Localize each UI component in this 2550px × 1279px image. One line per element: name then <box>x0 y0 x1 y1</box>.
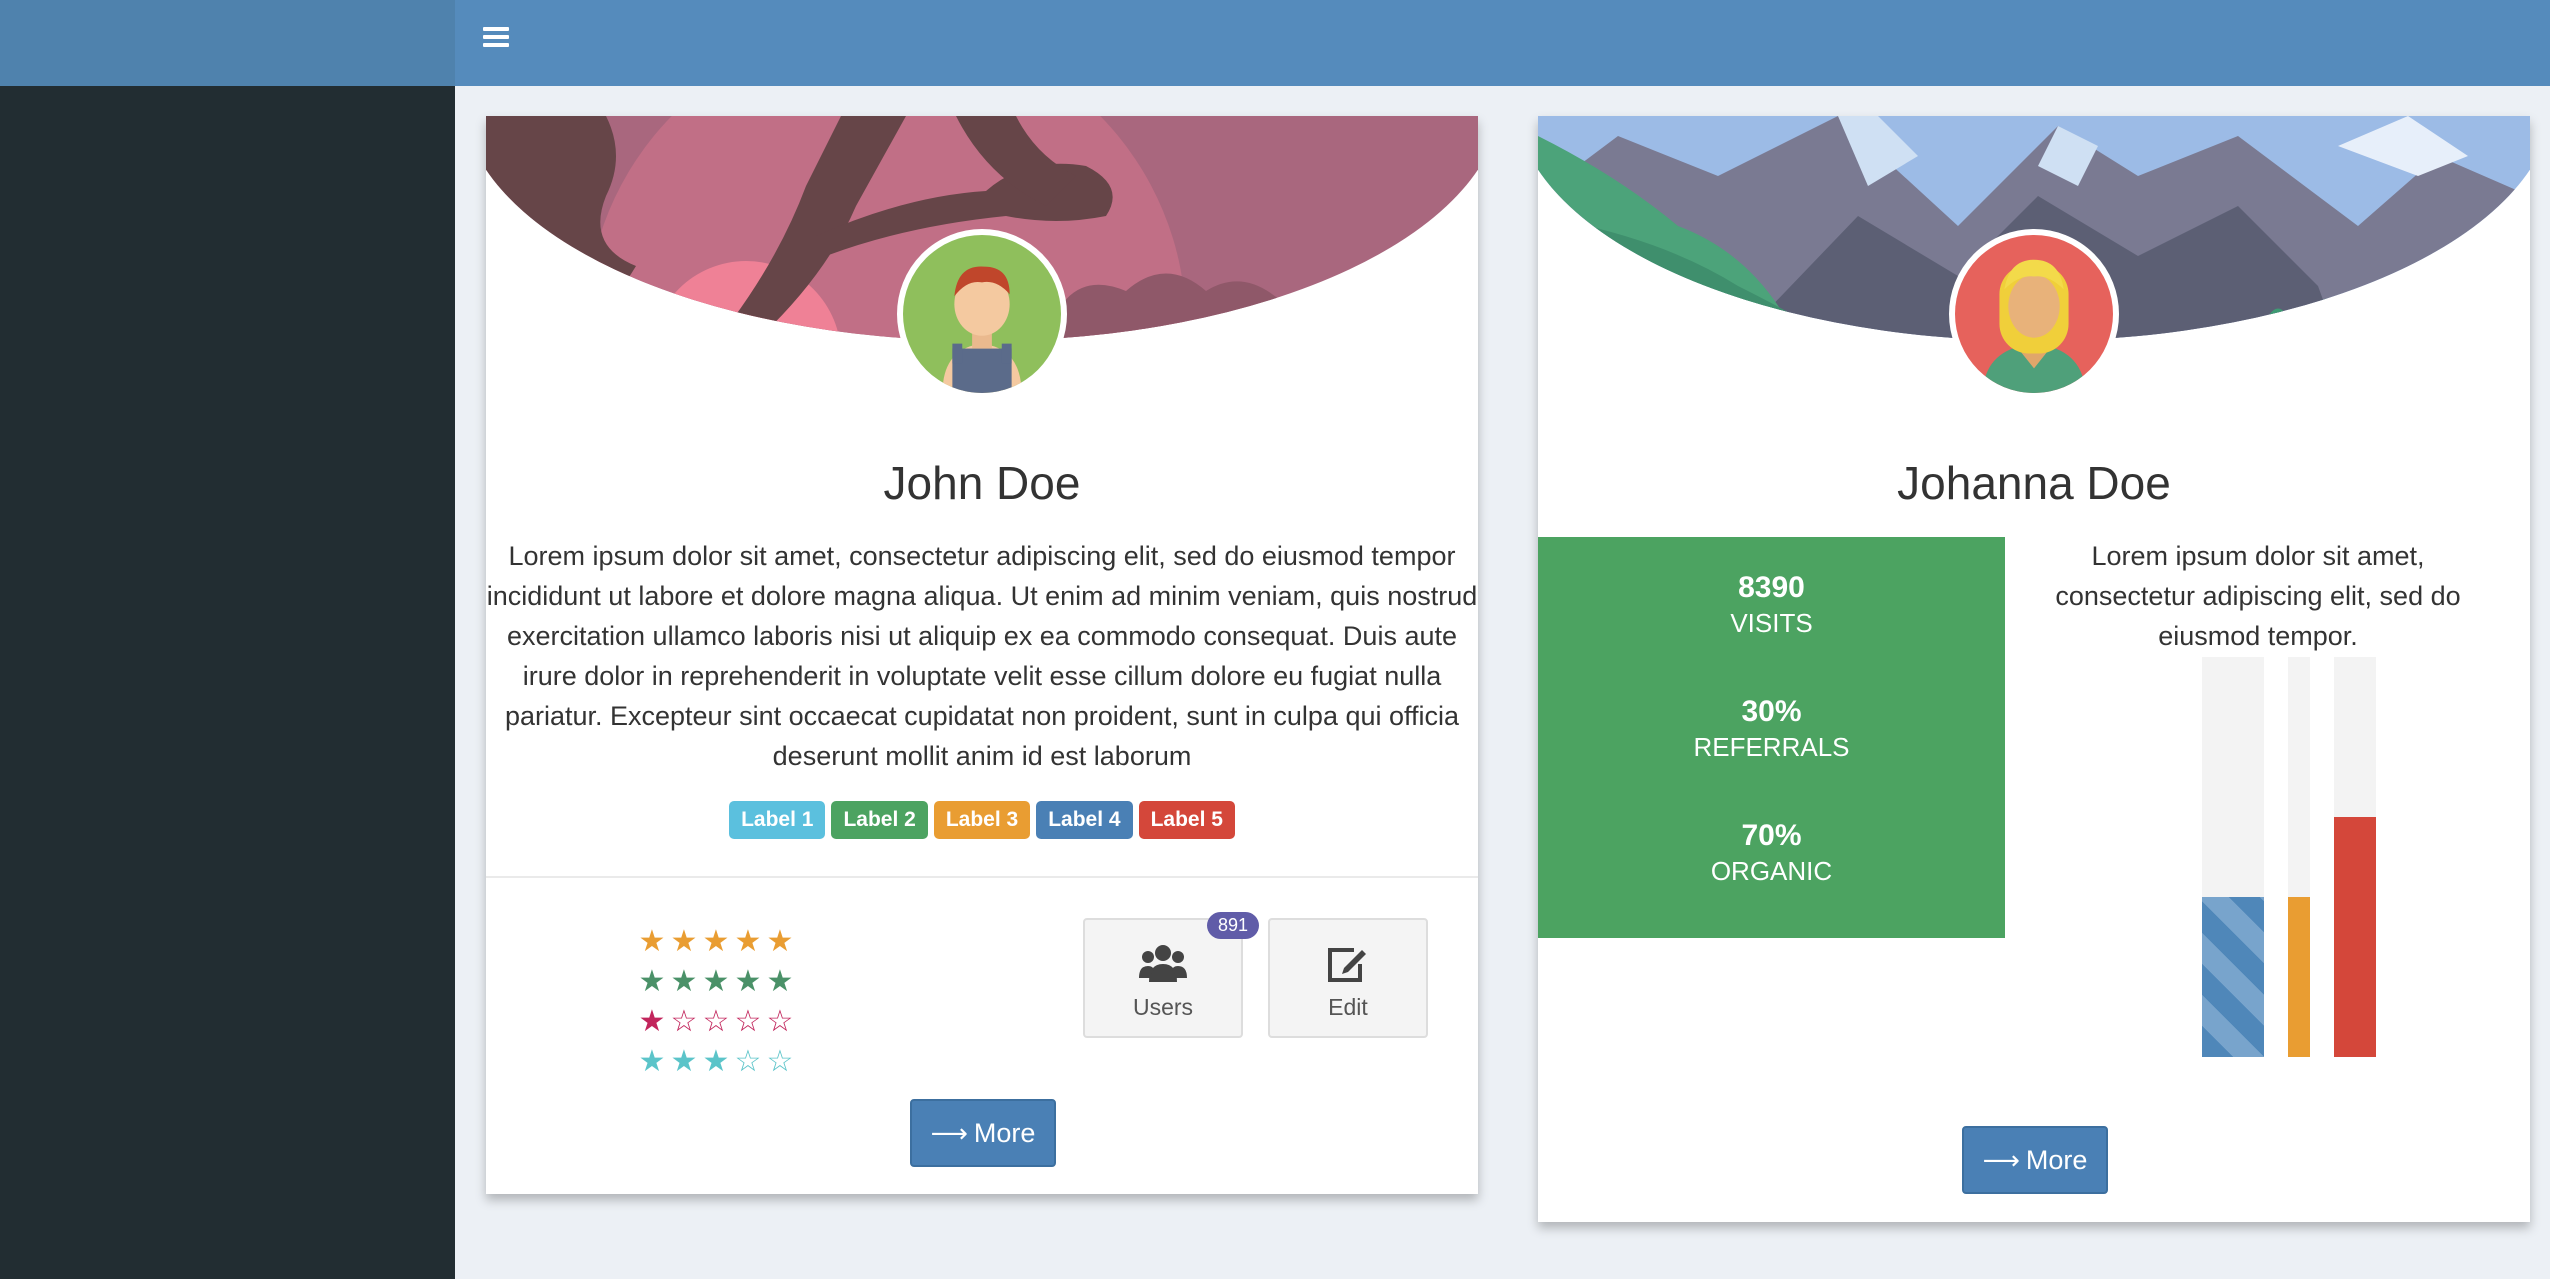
edit-button[interactable]: Edit <box>1268 918 1428 1038</box>
stat-value: 8390 <box>1738 571 1805 604</box>
stat-label: VISITS <box>1730 608 1813 638</box>
label-badge: Label 2 <box>831 801 928 839</box>
star-filled-icon: ★ <box>638 1005 666 1038</box>
arrow-right-icon: ⟶ <box>930 1117 968 1148</box>
star-rating-row: ★ ★ ★ ★ ★ <box>638 962 794 1002</box>
more-button[interactable]: ⟶ More <box>910 1099 1056 1167</box>
star-filled-icon: ★ <box>670 965 698 998</box>
progress-bar <box>2334 657 2376 1057</box>
progress-bar-fill <box>2288 897 2310 1057</box>
stat-item: 70% ORGANIC <box>1538 818 2005 888</box>
stat-label: REFERRALS <box>1693 732 1850 762</box>
edit-button-label: Edit <box>1328 994 1368 1020</box>
users-icon <box>1085 944 1241 988</box>
label-badge: Label 3 <box>933 801 1031 839</box>
star-filled-icon: ★ <box>734 965 762 998</box>
stat-value: 70% <box>1741 819 1802 852</box>
arrow-right-icon: ⟶ <box>1982 1144 2020 1175</box>
label-badge: Label 5 <box>1138 801 1235 839</box>
star-filled-icon: ★ <box>766 965 794 998</box>
avatar <box>1949 229 2119 399</box>
more-button-label: More <box>2025 1144 2088 1175</box>
star-filled-icon: ★ <box>670 1045 698 1078</box>
star-rating-row: ★ ★ ★ ☆ ☆ <box>638 1042 794 1082</box>
stats-panel: 8390 VISITS 30% REFERRALS 70% ORGANIC <box>1538 537 2005 938</box>
profile-card-johanna: Johanna Doe 8390 VISITS 30% REFERRALS 70% ORG… <box>1538 116 2530 1222</box>
profile-bio: Lorem ipsum dolor sit amet, consectetur … <box>486 541 1478 771</box>
star-empty-icon: ☆ <box>734 1045 762 1078</box>
star-rating-row: ★ ☆ ☆ ☆ ☆ <box>638 1002 794 1042</box>
more-button-label: More <box>973 1117 1036 1148</box>
star-empty-icon: ☆ <box>670 1005 698 1038</box>
users-count-badge: 891 <box>1206 912 1259 939</box>
stat-item: 8390 VISITS <box>1538 570 2005 640</box>
brand-area <box>0 0 455 86</box>
more-button[interactable]: ⟶ More <box>1962 1126 2108 1194</box>
star-empty-icon: ☆ <box>766 1045 794 1078</box>
progress-bar <box>2202 657 2264 1057</box>
stat-value: 30% <box>1741 695 1802 728</box>
progress-bar <box>2288 657 2310 1057</box>
star-empty-icon: ☆ <box>734 1005 762 1038</box>
progress-bar-fill <box>2334 817 2376 1057</box>
edit-icon <box>1270 944 1426 988</box>
star-filled-icon: ★ <box>702 965 730 998</box>
side-description: Lorem ipsum dolor sit amet, consectetur … <box>2055 541 2461 651</box>
star-rating-row: ★ ★ ★ ★ ★ <box>638 922 794 962</box>
star-filled-icon: ★ <box>702 925 730 958</box>
star-filled-icon: ★ <box>702 1045 730 1078</box>
users-button-label: Users <box>1132 994 1194 1020</box>
star-ratings: ★ ★ ★ ★ ★ ★ ★ ★ ★ ★ ★ ☆ ☆ ☆ ☆ ★ ★ ★ ☆ ☆ <box>638 922 794 1082</box>
star-empty-icon: ☆ <box>766 1005 794 1038</box>
divider <box>486 876 1478 878</box>
star-filled-icon: ★ <box>734 925 762 958</box>
hamburger-menu-icon[interactable] <box>483 24 515 50</box>
stat-item: 30% REFERRALS <box>1538 694 2005 764</box>
profile-card-john: John Doe Lorem ipsum dolor sit amet, con… <box>486 116 1478 1194</box>
star-filled-icon: ★ <box>638 965 666 998</box>
star-filled-icon: ★ <box>766 925 794 958</box>
star-filled-icon: ★ <box>638 1045 666 1078</box>
star-empty-icon: ☆ <box>702 1005 730 1038</box>
label-badge: Label 4 <box>1036 801 1133 839</box>
sidebar <box>0 86 455 1279</box>
star-filled-icon: ★ <box>670 925 698 958</box>
profile-name: Johanna Doe <box>1897 457 2171 509</box>
star-filled-icon: ★ <box>638 925 666 958</box>
label-badge: Label 1 <box>729 801 826 839</box>
avatar <box>897 229 1067 399</box>
top-navbar <box>455 0 2550 86</box>
users-button[interactable]: Users 891 <box>1083 912 1259 1038</box>
label-list: Label 1 Label 2 Label 3 Label 4 Label 5 <box>486 801 1478 839</box>
profile-name: John Doe <box>883 457 1081 509</box>
progress-bar-fill <box>2202 897 2264 1057</box>
stat-label: ORGANIC <box>1710 856 1833 886</box>
